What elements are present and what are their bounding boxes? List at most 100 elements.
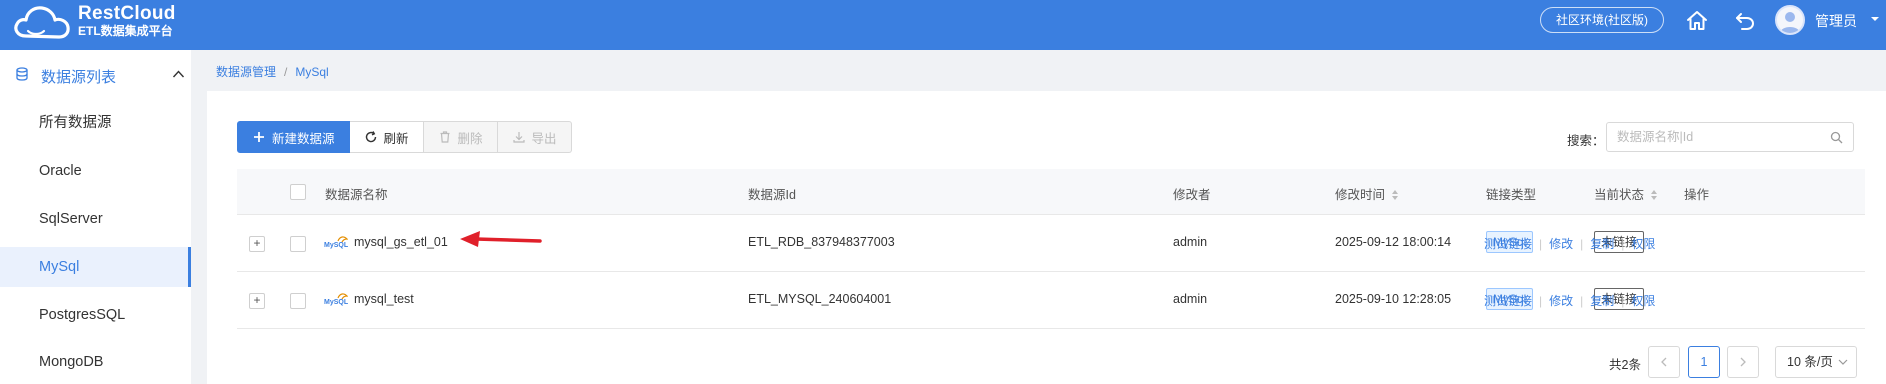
mysql-logo-icon: MySQL [324, 236, 348, 249]
sidebar: 数据源列表 所有数据源 Oracle SqlServer MySql Postg… [0, 50, 191, 384]
sidebar-item-mysql[interactable]: MySql [0, 247, 191, 287]
column-header-modified-time-label: 修改时间 [1335, 188, 1386, 202]
row-expand-button[interactable]: + [249, 236, 265, 252]
action-divider: | [1539, 237, 1543, 251]
table-header: 数据源名称 数据源Id 修改者 修改时间 链接类型 当前状态 操作 [237, 169, 1865, 215]
copy-link[interactable]: 复制 [1590, 237, 1614, 251]
undo-back-icon[interactable] [1733, 9, 1757, 33]
row-checkbox[interactable] [290, 236, 306, 252]
table-row: + MySQL mysql_test ETL_MYSQL_240604001 a… [237, 272, 1865, 329]
red-arrow-annotation-icon [460, 231, 542, 247]
column-header-status-label: 当前状态 [1594, 188, 1645, 202]
breadcrumb-root[interactable]: 数据源管理 [216, 65, 276, 79]
brand-name: RestCloud [78, 3, 176, 24]
page-button[interactable]: 1 [1688, 346, 1720, 378]
action-divider: | [1621, 237, 1625, 251]
test-connection-link[interactable]: 测试链接 [1484, 237, 1532, 251]
database-icon [16, 67, 28, 81]
pagination-total: 共2条 [1609, 358, 1641, 372]
refresh-button[interactable]: 刷新 [349, 121, 424, 153]
action-divider: | [1580, 294, 1584, 308]
home-icon[interactable] [1685, 9, 1709, 33]
test-connection-link[interactable]: 测试链接 [1484, 294, 1532, 308]
sidebar-item-mongodb[interactable]: MongoDB [0, 342, 191, 382]
search-input[interactable] [1617, 123, 1827, 151]
export-button[interactable]: 导出 [497, 121, 572, 153]
delete-label: 删除 [457, 131, 483, 146]
breadcrumb-separator: / [284, 65, 288, 79]
row-checkbox[interactable] [290, 293, 306, 309]
permission-link[interactable]: 权限 [1631, 294, 1655, 308]
row-expand-button[interactable]: + [249, 293, 265, 309]
mysql-logo-icon: MySQL [324, 293, 348, 306]
prev-page-button[interactable] [1648, 346, 1680, 378]
column-header-modified-time[interactable]: 修改时间 [1335, 184, 1399, 203]
refresh-label: 刷新 [383, 131, 409, 146]
edit-link[interactable]: 修改 [1549, 294, 1573, 308]
chevron-down-icon [1838, 359, 1848, 365]
sidebar-item-all-datasources[interactable]: 所有数据源 [0, 103, 191, 143]
page-size-label: 10 条/页 [1787, 355, 1833, 369]
row-actions: 测试链接 | 修改 | 复制 | 权限 [1484, 235, 1655, 252]
select-all-checkbox[interactable] [290, 184, 306, 200]
brand: RestCloud ETL数据集成平台 [78, 4, 176, 39]
chevron-left-icon [1661, 357, 1667, 367]
sidebar-item-postgressql[interactable]: PostgresSQL [0, 295, 191, 335]
edit-link[interactable]: 修改 [1549, 237, 1573, 251]
environment-badge[interactable]: 社区环境(社区版) [1540, 7, 1664, 33]
plus-icon [254, 132, 264, 142]
column-header-id: 数据源Id [748, 188, 796, 202]
refresh-icon [365, 131, 376, 143]
brand-subtitle: ETL数据集成平台 [78, 24, 173, 38]
column-header-actions: 操作 [1684, 188, 1710, 202]
chevron-up-icon[interactable] [172, 69, 185, 79]
action-divider: | [1621, 294, 1625, 308]
sort-icon[interactable] [1650, 189, 1658, 201]
next-page-button[interactable] [1727, 346, 1759, 378]
modified-time: 2025-09-10 12:28:05 [1335, 292, 1452, 306]
search-icon[interactable] [1830, 131, 1843, 144]
breadcrumb: 数据源管理 / MySql [216, 63, 329, 80]
export-label: 导出 [531, 131, 557, 146]
datasource-id: ETL_RDB_837948377003 [748, 235, 895, 249]
svg-text:MySQL: MySQL [324, 299, 348, 306]
page-size-select[interactable]: 10 条/页 [1775, 346, 1857, 378]
breadcrumb-current: MySql [295, 65, 329, 79]
copy-link[interactable]: 复制 [1590, 294, 1614, 308]
sort-icon[interactable] [1391, 189, 1399, 201]
action-divider: | [1580, 237, 1584, 251]
action-divider: | [1539, 294, 1543, 308]
datasource-id: ETL_MYSQL_240604001 [748, 292, 892, 306]
datasource-name[interactable]: mysql_gs_etl_01 [354, 235, 448, 249]
download-icon [512, 132, 525, 143]
modifier: admin [1173, 235, 1208, 249]
modifier: admin [1173, 292, 1208, 306]
toolbar: 新建数据源 刷新 删除 导出 [237, 121, 572, 153]
sidebar-group-datasource-list[interactable]: 数据源列表 [0, 50, 191, 100]
trash-icon [440, 131, 450, 143]
search-box [1606, 122, 1854, 152]
sidebar-item-oracle[interactable]: Oracle [0, 151, 191, 191]
caret-down-icon[interactable] [1869, 13, 1881, 25]
permission-link[interactable]: 权限 [1631, 237, 1655, 251]
top-header: RestCloud ETL数据集成平台 社区环境(社区版) 管理员 [0, 0, 1886, 50]
column-header-name: 数据源名称 [325, 188, 388, 202]
column-header-modifier: 修改者 [1173, 188, 1211, 202]
new-datasource-button[interactable]: 新建数据源 [237, 121, 350, 153]
delete-button[interactable]: 删除 [423, 121, 498, 153]
chevron-right-icon [1740, 357, 1746, 367]
column-header-status[interactable]: 当前状态 [1594, 184, 1658, 203]
svg-text:MySQL: MySQL [324, 242, 348, 249]
sidebar-group-label: 数据源列表 [41, 69, 117, 86]
restcloud-logo [14, 6, 70, 39]
modified-time: 2025-09-12 18:00:14 [1335, 235, 1452, 249]
search-label: 搜索： [1567, 134, 1605, 148]
column-header-link-type: 链接类型 [1486, 188, 1537, 202]
sidebar-item-sqlserver[interactable]: SqlServer [0, 199, 191, 239]
row-actions: 测试链接 | 修改 | 复制 | 权限 [1484, 292, 1655, 309]
new-datasource-label: 新建数据源 [272, 131, 335, 146]
datasource-name[interactable]: mysql_test [354, 292, 414, 306]
user-avatar-icon [1780, 12, 1800, 33]
user-name[interactable]: 管理员 [1815, 11, 1857, 31]
user-avatar[interactable] [1775, 5, 1805, 35]
